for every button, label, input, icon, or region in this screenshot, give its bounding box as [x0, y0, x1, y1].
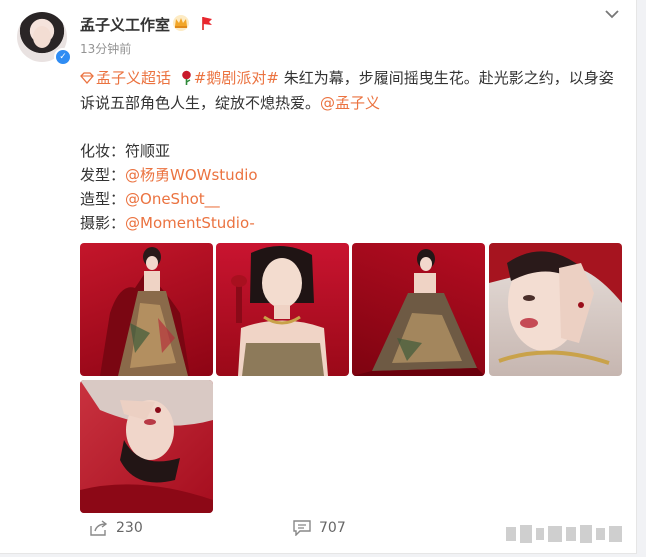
share-icon	[90, 520, 108, 536]
reclining-portrait-illustration	[80, 380, 213, 513]
mention-link[interactable]: @孟子义	[320, 94, 380, 112]
seated-figure-illustration	[100, 247, 190, 376]
rose-icon	[181, 70, 191, 85]
comment-icon	[293, 520, 311, 536]
weibo-post-card: ✓ 孟子义工作室 13分钟前 孟子义超话 #鹅剧派对# 朱红为幕，步履间摇曳生花…	[0, 0, 637, 554]
credit-line: 发型：@杨勇WOWstudio	[80, 166, 258, 184]
comment-button[interactable]: 707	[293, 520, 346, 536]
credit-line: 造型：@OneShot__	[80, 190, 220, 208]
post-image[interactable]	[352, 243, 485, 376]
credit-photo-link[interactable]: @MomentStudio-	[125, 214, 255, 232]
author-name[interactable]: 孟子义工作室	[80, 14, 170, 35]
close-up-illustration	[489, 243, 622, 365]
share-button[interactable]: 230	[90, 520, 143, 536]
share-count: 230	[116, 520, 143, 536]
post-text: 孟子义超话 #鹅剧派对# 朱红为幕，步履间摇曳生花。赴光影之约，以身姿诉说五部角…	[80, 66, 620, 235]
chevron-down-icon[interactable]	[604, 8, 620, 20]
post-image[interactable]	[216, 243, 349, 376]
post-image[interactable]	[489, 243, 622, 376]
crown-badge-icon[interactable]	[172, 14, 190, 32]
portrait-illustration	[231, 245, 328, 376]
credit-styling-link[interactable]: @OneShot__	[125, 190, 220, 208]
comment-count: 707	[319, 520, 346, 536]
post-image[interactable]	[80, 380, 213, 513]
credit-makeup: 符顺亚	[125, 142, 171, 160]
post-time[interactable]: 13分钟前	[80, 40, 131, 57]
credit-line: 摄影：@MomentStudio-	[80, 214, 255, 232]
flag-badge-icon[interactable]	[200, 15, 214, 31]
diamond-icon	[80, 72, 94, 84]
hashtag-link[interactable]: #鹅剧派对#	[194, 69, 279, 87]
credit-hair-link[interactable]: @杨勇WOWstudio	[125, 166, 258, 184]
credit-line: 化妆：符顺亚	[80, 142, 171, 160]
supertopic-link[interactable]: 孟子义超话	[96, 69, 171, 87]
post-image[interactable]	[80, 243, 213, 376]
post-body: 孟子义超话 #鹅剧派对# 朱红为幕，步履间摇曳生花。赴光影之约，以身姿诉说五部角…	[80, 66, 620, 116]
verified-badge-icon: ✓	[54, 48, 72, 66]
seated-figure-illustration	[352, 249, 485, 376]
like-button-blurred[interactable]	[506, 525, 622, 543]
